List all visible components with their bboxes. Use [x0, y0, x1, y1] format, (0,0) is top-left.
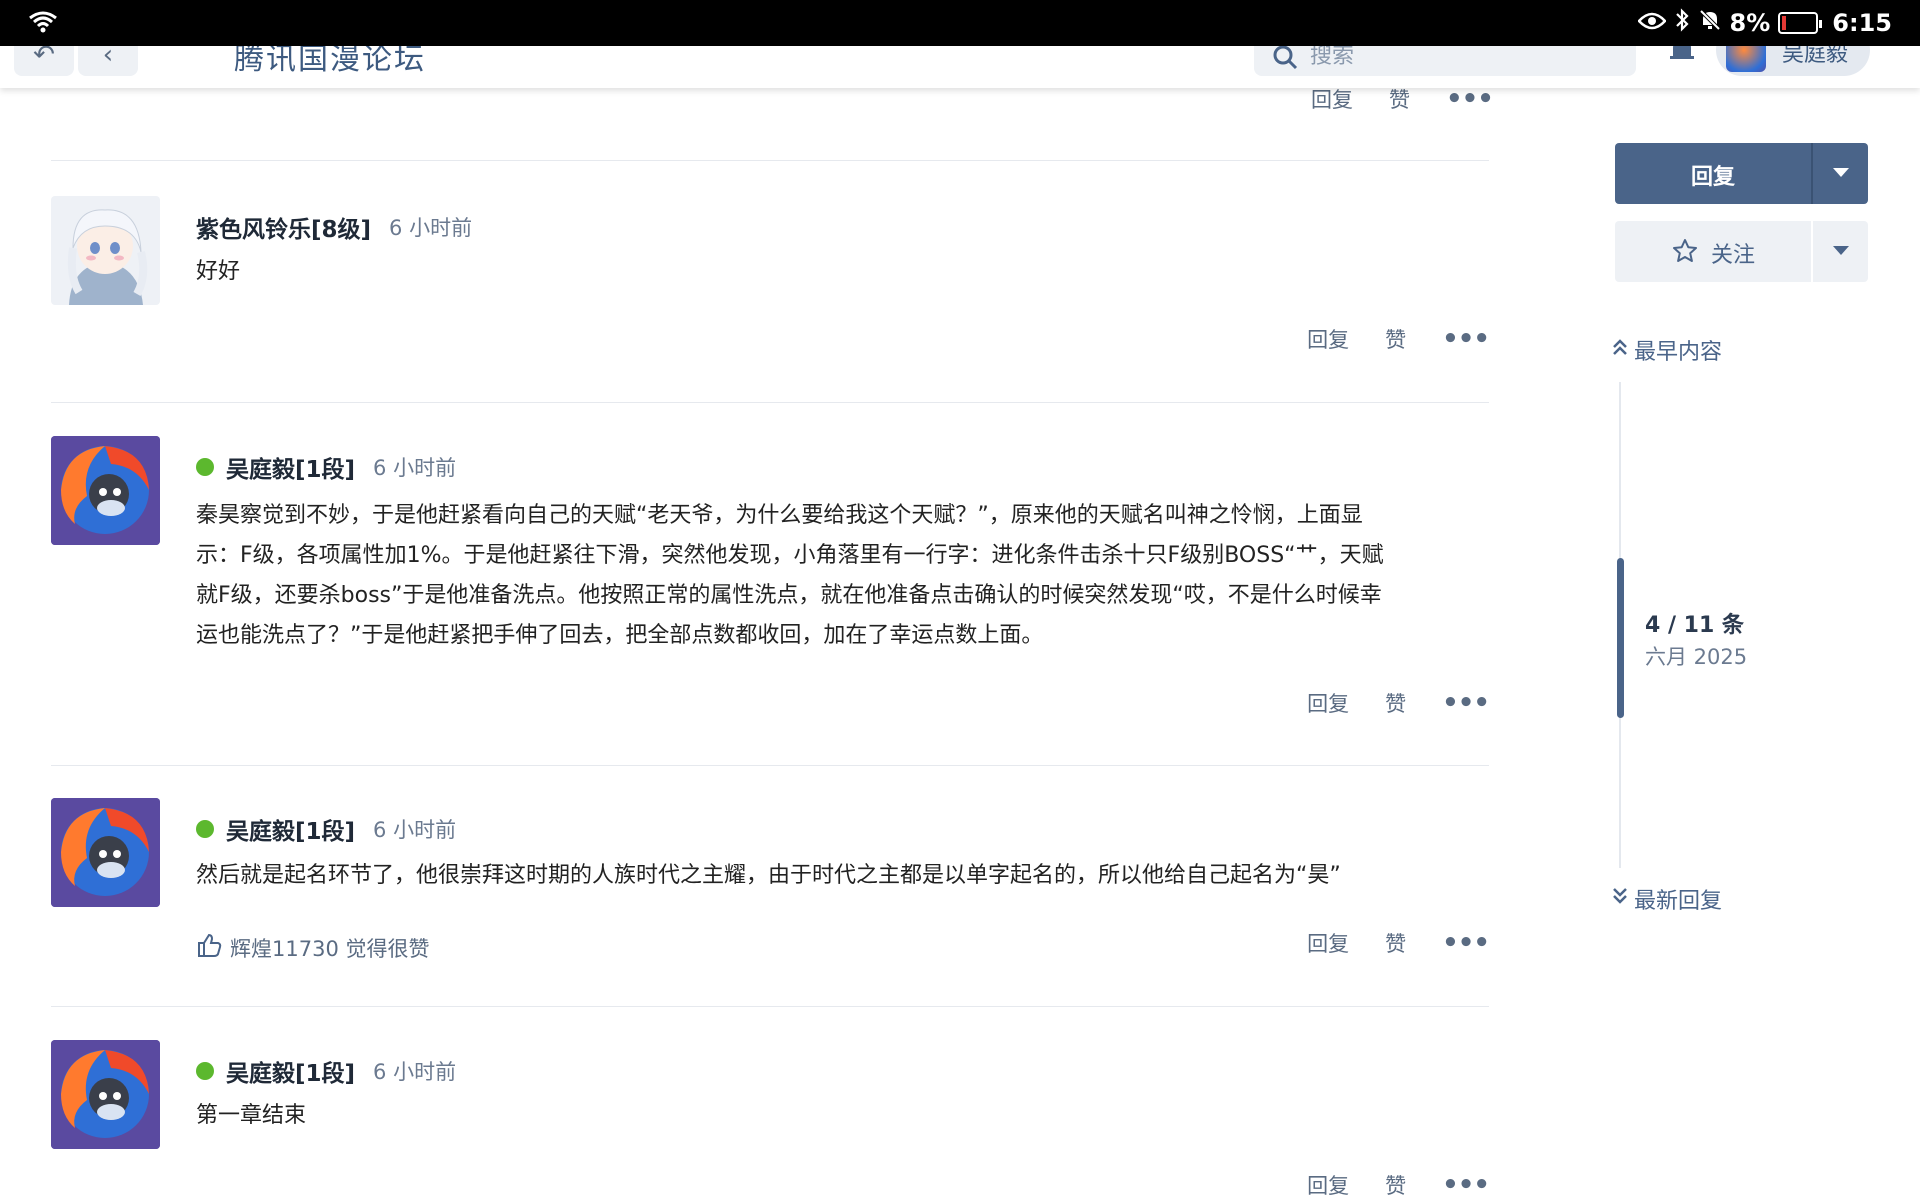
arrow-back-icon: ↶: [33, 46, 55, 70]
reply-button[interactable]: 回复: [1307, 688, 1349, 718]
more-options-icon[interactable]: •••: [1446, 84, 1494, 114]
reply-main-button[interactable]: 回复: [1615, 143, 1868, 204]
caret-down-icon[interactable]: [1833, 246, 1849, 255]
jump-latest-link[interactable]: 最新回复: [1612, 883, 1722, 915]
author-name[interactable]: 吴庭毅[1段]: [226, 812, 355, 846]
content-line: 就F级，还要杀boss”于是他准备洗点。他按照正常的属性洗点，就在他准备点击确认…: [196, 583, 1382, 608]
button-separator: [1811, 143, 1813, 204]
like-button[interactable]: 赞: [1385, 324, 1406, 354]
chevron-left-icon: ‹: [102, 46, 114, 70]
like-summary[interactable]: 辉煌11730 觉得很赞: [196, 932, 429, 963]
reply-button[interactable]: 回复: [1311, 84, 1353, 114]
post-time[interactable]: 6 小时前: [373, 1056, 456, 1086]
avatar[interactable]: [51, 1040, 160, 1149]
post-content: 秦昊察觉到不妙，于是他赶紧看向自己的天赋“老天爷，为什么要给我这个天赋？”，原来…: [196, 496, 1536, 656]
double-chevron-up-icon: [1612, 337, 1628, 363]
reply-main-label: 回复: [1690, 165, 1735, 190]
online-indicator: [196, 458, 214, 476]
reply-button[interactable]: 回复: [1307, 928, 1349, 958]
post-meta: 紫色风铃乐[8级] 6 小时前: [196, 210, 472, 244]
content-line: 运也能洗点了？”于是他赶紧把手伸了回去，把全部点数都收回，加在了幸运点数上面。: [196, 623, 1044, 648]
reply-button[interactable]: 回复: [1307, 1170, 1349, 1200]
user-avatar: [1726, 46, 1766, 72]
post-item: 吴庭毅[1段] 6 小时前 秦昊察觉到不妙，于是他赶紧看向自己的天赋“老天爷，为…: [51, 436, 1490, 726]
caret-down-icon[interactable]: [1833, 168, 1849, 177]
avatar[interactable]: [51, 196, 160, 305]
wifi-icon: [28, 10, 58, 38]
follow-label: 关注: [1711, 243, 1756, 268]
avatar[interactable]: [51, 798, 160, 907]
post-meta: 吴庭毅[1段] 6 小时前: [196, 812, 456, 846]
author-name[interactable]: 吴庭毅[1段]: [226, 450, 355, 484]
search-input[interactable]: 搜索: [1254, 46, 1636, 76]
like-summary-text: 辉煌11730 觉得很赞: [230, 936, 430, 961]
post-actions: 回复 赞 •••: [1307, 324, 1490, 354]
mute-bell-icon: [1698, 8, 1722, 38]
timeline-date: 六月 2025: [1645, 645, 1748, 669]
bluetooth-icon: [1674, 8, 1690, 38]
like-button[interactable]: 赞: [1385, 688, 1406, 718]
post-divider: [51, 160, 1489, 161]
post-time[interactable]: 6 小时前: [389, 212, 472, 242]
notification-bell-icon[interactable]: [1668, 46, 1696, 70]
like-button[interactable]: 赞: [1385, 1170, 1406, 1200]
follow-button[interactable]: 关注: [1615, 221, 1868, 282]
earliest-label: 最早内容: [1634, 340, 1723, 365]
post-actions: 回复 赞 •••: [1307, 1170, 1490, 1200]
post-meta: 吴庭毅[1段] 6 小时前: [196, 450, 456, 484]
forum-header: ↶ ‹ 腾讯国漫论坛 搜索 吴庭毅: [0, 46, 1920, 88]
star-icon: [1671, 237, 1699, 269]
post-time[interactable]: 6 小时前: [373, 814, 456, 844]
post-actions: 回复 赞 •••: [1307, 928, 1490, 958]
more-options-icon[interactable]: •••: [1442, 928, 1490, 958]
more-options-icon[interactable]: •••: [1442, 1170, 1490, 1200]
battery-icon: [1778, 12, 1823, 34]
button-separator: [1811, 221, 1813, 282]
online-indicator: [196, 1062, 214, 1080]
double-chevron-down-icon: [1612, 886, 1628, 912]
thumbs-up-icon: [196, 932, 222, 963]
user-menu[interactable]: 吴庭毅: [1716, 46, 1870, 76]
post-meta: 吴庭毅[1段] 6 小时前: [196, 1054, 456, 1088]
battery-percent: 8%: [1729, 9, 1771, 37]
user-name: 吴庭毅: [1782, 46, 1849, 67]
more-options-icon[interactable]: •••: [1442, 688, 1490, 718]
status-bar: 8% 6:15: [0, 0, 1920, 46]
post-content: 第一章结束: [196, 1103, 307, 1128]
author-name[interactable]: 紫色风铃乐[8级]: [196, 210, 371, 244]
content-line: 秦昊察觉到不妙，于是他赶紧看向自己的天赋“老天爷，为什么要给我这个天赋？”，原来…: [196, 503, 1363, 528]
more-options-icon[interactable]: •••: [1442, 324, 1490, 354]
post-content: 然后就是起名环节了，他很崇拜这时期的人族时代之主耀，由于时代之主都是以单字起名的…: [196, 863, 1341, 888]
search-icon: [1272, 46, 1298, 74]
post-time[interactable]: 6 小时前: [373, 452, 456, 482]
previous-button[interactable]: ‹: [78, 46, 138, 76]
post-item: 吴庭毅[1段] 6 小时前 第一章结束 回复 赞 •••: [51, 1040, 1490, 1200]
post-item: 紫色风铃乐[8级] 6 小时前 好好 回复 赞 •••: [51, 196, 1490, 356]
eye-icon: [1636, 9, 1667, 37]
search-placeholder: 搜索: [1310, 46, 1355, 69]
reply-button[interactable]: 回复: [1307, 324, 1349, 354]
timeline-position: 4 / 11 条: [1645, 613, 1744, 638]
like-button[interactable]: 赞: [1389, 84, 1410, 114]
timeline-handle[interactable]: [1617, 558, 1624, 718]
site-title[interactable]: 腾讯国漫论坛: [234, 46, 426, 78]
jump-earliest-link[interactable]: 最早内容: [1612, 334, 1722, 366]
back-button[interactable]: ↶: [14, 46, 74, 76]
content-line: 示：F级，各项属性加1%。于是他赶紧往下滑，突然他发现，小角落里有一行字：进化条…: [196, 543, 1384, 568]
post-divider: [51, 765, 1489, 766]
author-name[interactable]: 吴庭毅[1段]: [226, 1054, 355, 1088]
post-actions: 回复 赞 •••: [1307, 688, 1490, 718]
online-indicator: [196, 820, 214, 838]
post-actions: 回复 赞 •••: [1311, 84, 1494, 114]
avatar[interactable]: [51, 436, 160, 545]
post-divider: [51, 1006, 1489, 1007]
clock: 6:15: [1832, 9, 1892, 37]
latest-label: 最新回复: [1634, 889, 1723, 914]
post-item: 吴庭毅[1段] 6 小时前 然后就是起名环节了，他很崇拜这时期的人族时代之主耀，…: [51, 798, 1490, 978]
post-divider: [51, 402, 1489, 403]
post-content: 好好: [196, 259, 241, 284]
like-button[interactable]: 赞: [1385, 928, 1406, 958]
